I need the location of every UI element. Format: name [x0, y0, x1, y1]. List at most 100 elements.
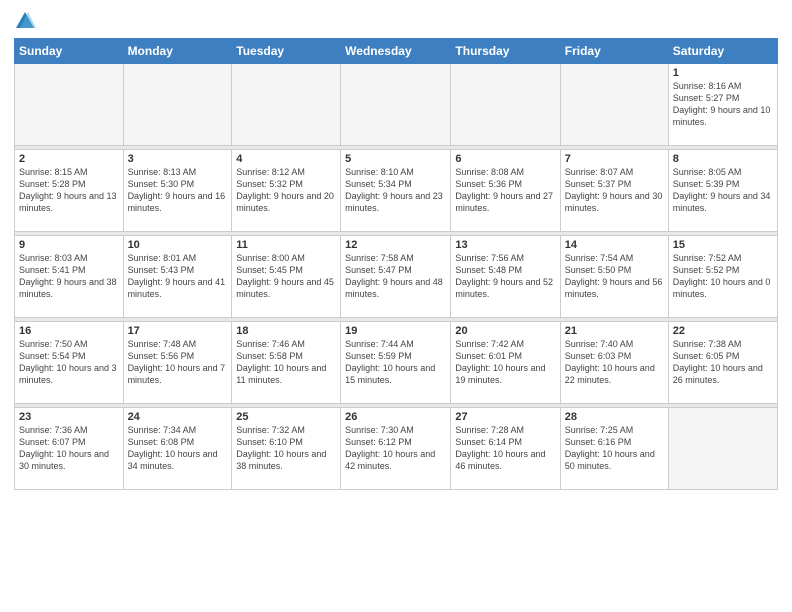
weekday-header-row: SundayMondayTuesdayWednesdayThursdayFrid… — [15, 39, 778, 64]
day-info: Sunrise: 7:25 AM Sunset: 6:16 PM Dayligh… — [565, 424, 664, 473]
calendar-cell — [560, 64, 668, 146]
day-info: Sunrise: 8:08 AM Sunset: 5:36 PM Dayligh… — [455, 166, 555, 215]
day-info: Sunrise: 7:38 AM Sunset: 6:05 PM Dayligh… — [673, 338, 773, 387]
calendar-cell — [123, 64, 232, 146]
calendar-cell: 7Sunrise: 8:07 AM Sunset: 5:37 PM Daylig… — [560, 150, 668, 232]
weekday-header-wednesday: Wednesday — [341, 39, 451, 64]
calendar-week-3: 9Sunrise: 8:03 AM Sunset: 5:41 PM Daylig… — [15, 236, 778, 318]
day-info: Sunrise: 8:05 AM Sunset: 5:39 PM Dayligh… — [673, 166, 773, 215]
day-info: Sunrise: 8:00 AM Sunset: 5:45 PM Dayligh… — [236, 252, 336, 301]
weekday-header-friday: Friday — [560, 39, 668, 64]
weekday-header-tuesday: Tuesday — [232, 39, 341, 64]
day-info: Sunrise: 8:07 AM Sunset: 5:37 PM Dayligh… — [565, 166, 664, 215]
calendar-cell: 16Sunrise: 7:50 AM Sunset: 5:54 PM Dayli… — [15, 322, 124, 404]
calendar-week-1: 1Sunrise: 8:16 AM Sunset: 5:27 PM Daylig… — [15, 64, 778, 146]
calendar-cell: 13Sunrise: 7:56 AM Sunset: 5:48 PM Dayli… — [451, 236, 560, 318]
day-info: Sunrise: 8:13 AM Sunset: 5:30 PM Dayligh… — [128, 166, 228, 215]
day-number: 22 — [673, 325, 773, 337]
calendar-cell: 24Sunrise: 7:34 AM Sunset: 6:08 PM Dayli… — [123, 408, 232, 490]
calendar-cell — [668, 408, 777, 490]
day-number: 19 — [345, 325, 446, 337]
day-info: Sunrise: 7:34 AM Sunset: 6:08 PM Dayligh… — [128, 424, 228, 473]
calendar-cell — [15, 64, 124, 146]
day-number: 21 — [565, 325, 664, 337]
calendar-cell: 5Sunrise: 8:10 AM Sunset: 5:34 PM Daylig… — [341, 150, 451, 232]
day-info: Sunrise: 7:44 AM Sunset: 5:59 PM Dayligh… — [345, 338, 446, 387]
weekday-header-monday: Monday — [123, 39, 232, 64]
day-number: 7 — [565, 153, 664, 165]
calendar-cell: 18Sunrise: 7:46 AM Sunset: 5:58 PM Dayli… — [232, 322, 341, 404]
day-info: Sunrise: 8:15 AM Sunset: 5:28 PM Dayligh… — [19, 166, 119, 215]
day-number: 27 — [455, 411, 555, 423]
day-info: Sunrise: 7:46 AM Sunset: 5:58 PM Dayligh… — [236, 338, 336, 387]
day-number: 6 — [455, 153, 555, 165]
day-info: Sunrise: 7:56 AM Sunset: 5:48 PM Dayligh… — [455, 252, 555, 301]
day-number: 12 — [345, 239, 446, 251]
calendar-cell: 22Sunrise: 7:38 AM Sunset: 6:05 PM Dayli… — [668, 322, 777, 404]
day-number: 28 — [565, 411, 664, 423]
day-info: Sunrise: 7:28 AM Sunset: 6:14 PM Dayligh… — [455, 424, 555, 473]
day-number: 11 — [236, 239, 336, 251]
day-number: 23 — [19, 411, 119, 423]
day-number: 8 — [673, 153, 773, 165]
day-info: Sunrise: 7:50 AM Sunset: 5:54 PM Dayligh… — [19, 338, 119, 387]
day-number: 5 — [345, 153, 446, 165]
day-number: 1 — [673, 67, 773, 79]
calendar-cell: 9Sunrise: 8:03 AM Sunset: 5:41 PM Daylig… — [15, 236, 124, 318]
calendar-week-5: 23Sunrise: 7:36 AM Sunset: 6:07 PM Dayli… — [15, 408, 778, 490]
day-info: Sunrise: 8:03 AM Sunset: 5:41 PM Dayligh… — [19, 252, 119, 301]
calendar-cell: 20Sunrise: 7:42 AM Sunset: 6:01 PM Dayli… — [451, 322, 560, 404]
logo-icon — [14, 10, 36, 32]
day-number: 3 — [128, 153, 228, 165]
day-info: Sunrise: 7:54 AM Sunset: 5:50 PM Dayligh… — [565, 252, 664, 301]
calendar-cell: 15Sunrise: 7:52 AM Sunset: 5:52 PM Dayli… — [668, 236, 777, 318]
calendar-cell: 17Sunrise: 7:48 AM Sunset: 5:56 PM Dayli… — [123, 322, 232, 404]
calendar-cell: 3Sunrise: 8:13 AM Sunset: 5:30 PM Daylig… — [123, 150, 232, 232]
calendar-cell: 11Sunrise: 8:00 AM Sunset: 5:45 PM Dayli… — [232, 236, 341, 318]
calendar-cell: 27Sunrise: 7:28 AM Sunset: 6:14 PM Dayli… — [451, 408, 560, 490]
day-info: Sunrise: 7:36 AM Sunset: 6:07 PM Dayligh… — [19, 424, 119, 473]
calendar-cell: 6Sunrise: 8:08 AM Sunset: 5:36 PM Daylig… — [451, 150, 560, 232]
day-number: 25 — [236, 411, 336, 423]
day-info: Sunrise: 7:40 AM Sunset: 6:03 PM Dayligh… — [565, 338, 664, 387]
calendar-cell: 21Sunrise: 7:40 AM Sunset: 6:03 PM Dayli… — [560, 322, 668, 404]
day-number: 9 — [19, 239, 119, 251]
day-number: 4 — [236, 153, 336, 165]
day-number: 10 — [128, 239, 228, 251]
day-info: Sunrise: 7:58 AM Sunset: 5:47 PM Dayligh… — [345, 252, 446, 301]
day-number: 18 — [236, 325, 336, 337]
weekday-header-sunday: Sunday — [15, 39, 124, 64]
day-number: 13 — [455, 239, 555, 251]
calendar-table: SundayMondayTuesdayWednesdayThursdayFrid… — [14, 38, 778, 490]
day-info: Sunrise: 8:12 AM Sunset: 5:32 PM Dayligh… — [236, 166, 336, 215]
day-number: 16 — [19, 325, 119, 337]
weekday-header-thursday: Thursday — [451, 39, 560, 64]
calendar-cell: 19Sunrise: 7:44 AM Sunset: 5:59 PM Dayli… — [341, 322, 451, 404]
day-info: Sunrise: 8:10 AM Sunset: 5:34 PM Dayligh… — [345, 166, 446, 215]
calendar-cell: 2Sunrise: 8:15 AM Sunset: 5:28 PM Daylig… — [15, 150, 124, 232]
calendar-cell: 14Sunrise: 7:54 AM Sunset: 5:50 PM Dayli… — [560, 236, 668, 318]
day-info: Sunrise: 7:48 AM Sunset: 5:56 PM Dayligh… — [128, 338, 228, 387]
day-number: 15 — [673, 239, 773, 251]
calendar-cell — [341, 64, 451, 146]
calendar-week-2: 2Sunrise: 8:15 AM Sunset: 5:28 PM Daylig… — [15, 150, 778, 232]
day-number: 17 — [128, 325, 228, 337]
day-info: Sunrise: 7:42 AM Sunset: 6:01 PM Dayligh… — [455, 338, 555, 387]
calendar-cell: 28Sunrise: 7:25 AM Sunset: 6:16 PM Dayli… — [560, 408, 668, 490]
calendar-cell: 23Sunrise: 7:36 AM Sunset: 6:07 PM Dayli… — [15, 408, 124, 490]
calendar-cell: 1Sunrise: 8:16 AM Sunset: 5:27 PM Daylig… — [668, 64, 777, 146]
day-number: 24 — [128, 411, 228, 423]
calendar-cell: 4Sunrise: 8:12 AM Sunset: 5:32 PM Daylig… — [232, 150, 341, 232]
day-info: Sunrise: 7:52 AM Sunset: 5:52 PM Dayligh… — [673, 252, 773, 301]
calendar-cell: 26Sunrise: 7:30 AM Sunset: 6:12 PM Dayli… — [341, 408, 451, 490]
day-info: Sunrise: 7:32 AM Sunset: 6:10 PM Dayligh… — [236, 424, 336, 473]
header — [14, 10, 778, 32]
calendar-week-4: 16Sunrise: 7:50 AM Sunset: 5:54 PM Dayli… — [15, 322, 778, 404]
calendar-cell — [232, 64, 341, 146]
page: SundayMondayTuesdayWednesdayThursdayFrid… — [0, 0, 792, 612]
day-number: 14 — [565, 239, 664, 251]
day-number: 20 — [455, 325, 555, 337]
calendar-cell: 10Sunrise: 8:01 AM Sunset: 5:43 PM Dayli… — [123, 236, 232, 318]
day-info: Sunrise: 7:30 AM Sunset: 6:12 PM Dayligh… — [345, 424, 446, 473]
calendar-cell: 12Sunrise: 7:58 AM Sunset: 5:47 PM Dayli… — [341, 236, 451, 318]
